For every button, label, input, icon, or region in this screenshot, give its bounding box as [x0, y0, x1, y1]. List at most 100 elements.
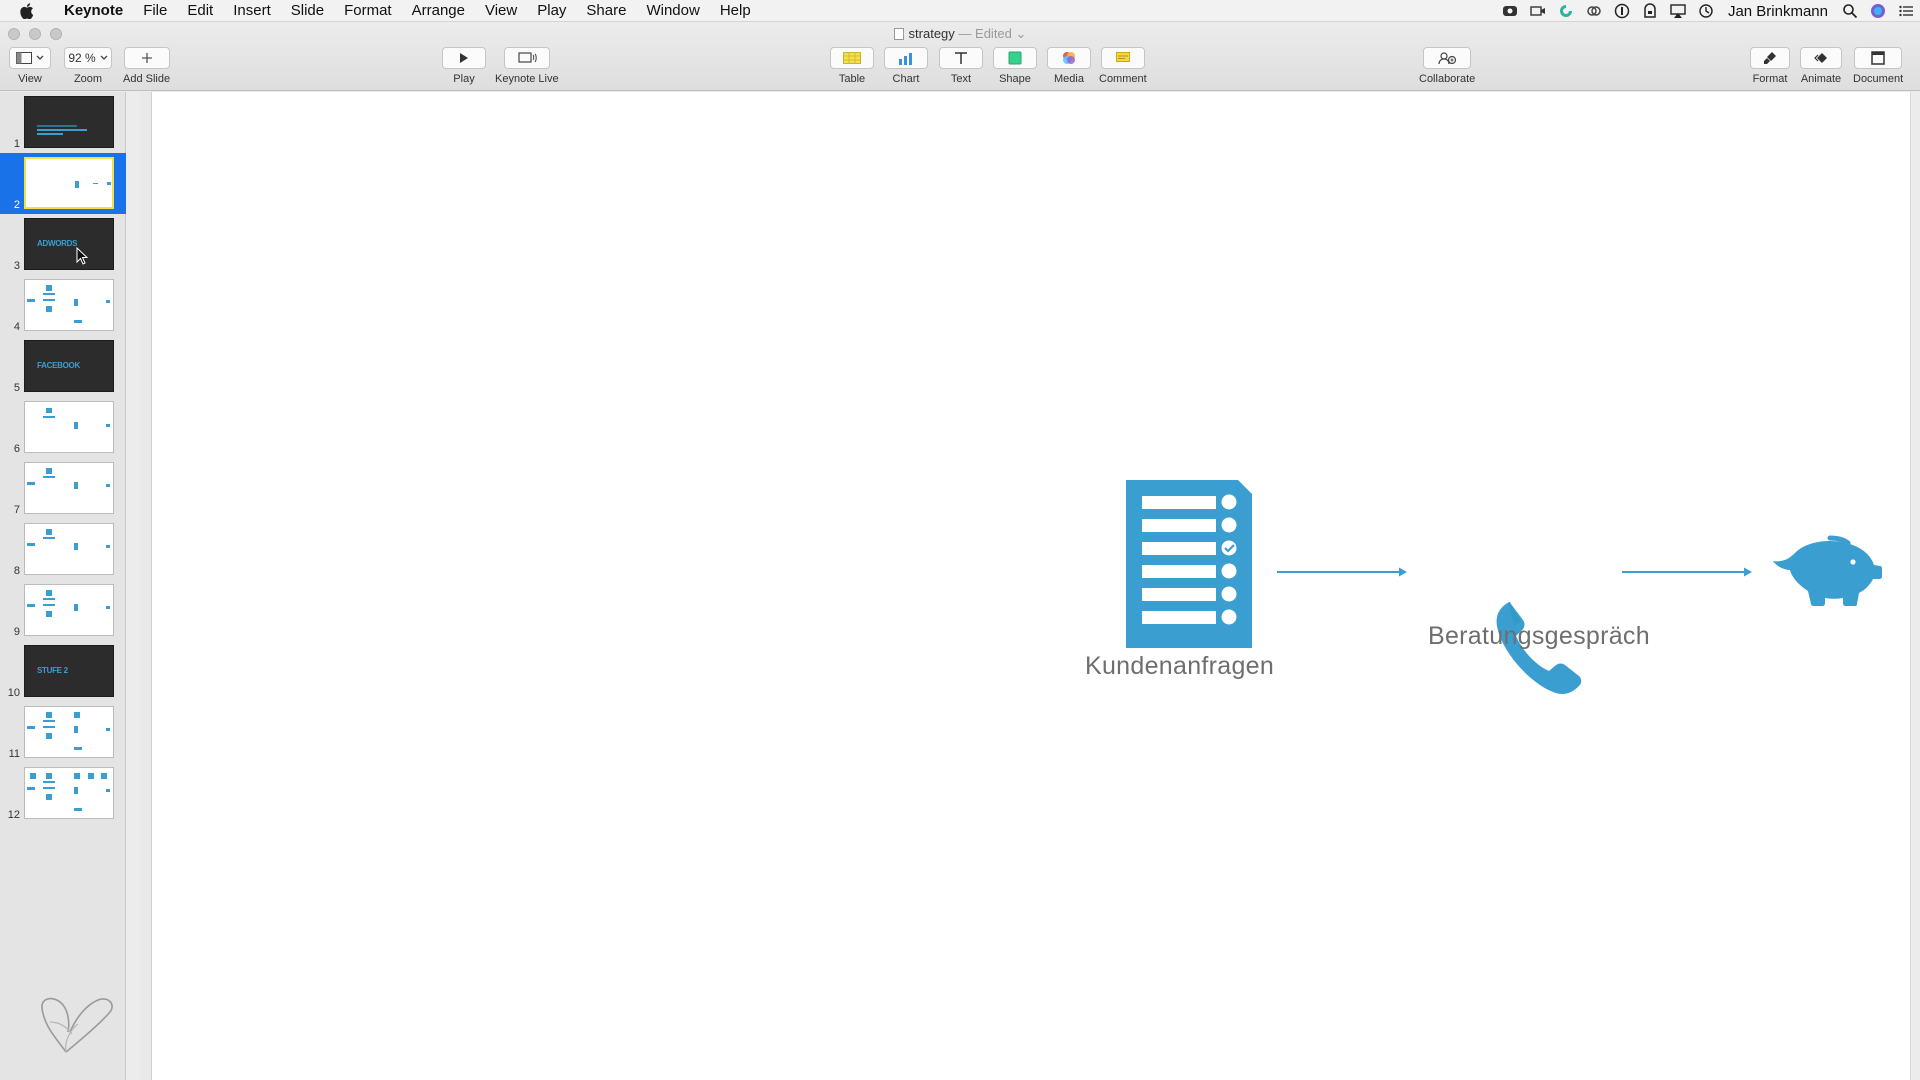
window-toolbar: strategy — Edited ⌄ View 92 % Zoom Add S…: [0, 22, 1920, 91]
animate-control: Animate: [1800, 47, 1842, 85]
slide-item-6[interactable]: 6: [0, 397, 126, 458]
screen-record-icon[interactable]: [1496, 0, 1524, 22]
collaborate-control: Collaborate: [1419, 47, 1475, 85]
thumb-mark: [46, 590, 52, 596]
text-icon: [955, 52, 967, 64]
thumb-mark: [43, 781, 55, 783]
time-machine-icon[interactable]: [1692, 0, 1720, 22]
apple-menu-icon[interactable]: [0, 2, 54, 19]
thumb-mark: [74, 773, 80, 779]
menu-window[interactable]: Window: [636, 0, 709, 22]
menu-play[interactable]: Play: [527, 0, 576, 22]
thumb-mark: [74, 299, 78, 306]
slide-number: 5: [13, 382, 20, 394]
slide-item-10[interactable]: STUFE 2 10: [0, 641, 126, 702]
keynote-live-button[interactable]: [503, 47, 550, 69]
collaborate-label: Collaborate: [1419, 73, 1476, 85]
siri-icon[interactable]: [1864, 0, 1892, 22]
add-slide-control: Add Slide: [123, 47, 170, 85]
piggy-bank-icon[interactable]: [1770, 534, 1882, 606]
camera-icon[interactable]: [1524, 0, 1552, 22]
menu-slide[interactable]: Slide: [281, 0, 334, 22]
animate-button[interactable]: [1800, 47, 1842, 69]
document-title[interactable]: strategy — Edited ⌄: [0, 26, 1920, 42]
comment-control: Comment: [1099, 47, 1147, 85]
collaborate-button[interactable]: [1423, 47, 1472, 69]
shape-button[interactable]: [993, 47, 1037, 69]
sync-app-icon[interactable]: [1552, 0, 1580, 22]
document-button[interactable]: [1854, 47, 1903, 69]
menu-format[interactable]: Format: [334, 0, 402, 22]
comment-button[interactable]: [1100, 47, 1145, 69]
slide-item-1[interactable]: 1: [0, 92, 126, 153]
slide-item-2[interactable]: 2: [0, 153, 126, 214]
slide-item-7[interactable]: 7: [0, 458, 126, 519]
arrow-right-icon[interactable]: [1277, 566, 1409, 578]
slide-number: 3: [13, 260, 20, 272]
password-manager-icon[interactable]: [1608, 0, 1636, 22]
thumb-mark: [27, 787, 35, 790]
view-button[interactable]: [9, 47, 51, 69]
thumb-mark: [27, 543, 35, 546]
slide-item-12[interactable]: 12: [0, 763, 126, 824]
spotlight-search-icon[interactable]: [1836, 0, 1864, 22]
format-button[interactable]: [1750, 47, 1790, 69]
slide-item-9[interactable]: 9: [0, 580, 126, 641]
airplay-icon[interactable]: [1664, 0, 1692, 22]
shape-icon: [1008, 51, 1022, 65]
menu-file[interactable]: File: [133, 0, 177, 22]
shape-label: Shape: [999, 73, 1031, 85]
chart-button[interactable]: [884, 47, 928, 69]
menu-bar: Keynote File Edit Insert Slide Format Ar…: [0, 0, 1920, 22]
add-slide-button[interactable]: [123, 47, 170, 69]
slide-item-11[interactable]: 11: [0, 702, 126, 763]
comment-label: Comment: [1099, 73, 1147, 85]
thumb-mark: [74, 712, 80, 718]
thumb-mark: [74, 747, 82, 750]
arrow-right-icon[interactable]: [1622, 566, 1754, 578]
menu-insert[interactable]: Insert: [223, 0, 281, 22]
thumb-mark: [46, 529, 52, 535]
archive-icon[interactable]: [1636, 0, 1664, 22]
menu-share[interactable]: Share: [576, 0, 636, 22]
document-checklist-icon[interactable]: [1126, 480, 1252, 648]
menu-app-keynote[interactable]: Keynote: [54, 0, 133, 22]
keynote-doc-icon: [893, 28, 904, 40]
thumb-mark: [43, 299, 55, 301]
slide-item-8[interactable]: 8: [0, 519, 126, 580]
slide-thumbnail: ADWORDS: [24, 218, 114, 270]
zoom-value: 92 %: [68, 51, 96, 65]
zoom-label: Zoom: [73, 73, 103, 85]
document-name: strategy: [908, 26, 955, 41]
creative-cloud-icon[interactable]: [1580, 0, 1608, 22]
label-kundenanfragen[interactable]: Kundenanfragen: [1085, 652, 1274, 681]
slide-canvas[interactable]: Kundenanfragen Beratungsgespräch: [152, 92, 1910, 1080]
thumb-mark: [43, 604, 55, 606]
table-button[interactable]: [830, 47, 874, 69]
menu-arrange[interactable]: Arrange: [402, 0, 475, 22]
play-button[interactable]: [442, 47, 486, 69]
slide-item-4[interactable]: 4: [0, 275, 126, 336]
slide-number: 8: [13, 565, 20, 577]
media-button[interactable]: [1047, 47, 1091, 69]
user-name[interactable]: Jan Brinkmann: [1720, 3, 1836, 20]
menu-help[interactable]: Help: [710, 0, 761, 22]
navigator-divider[interactable]: [140, 92, 152, 1080]
slide-thumb-title: STUFE 2: [37, 666, 68, 675]
slide-item-3[interactable]: ADWORDS 3: [0, 214, 126, 275]
text-button[interactable]: [939, 47, 983, 69]
canvas-scroll-edge[interactable]: [1910, 92, 1920, 1080]
label-beratungsgespraech[interactable]: Beratungsgespräch: [1428, 622, 1650, 651]
menu-view[interactable]: View: [475, 0, 527, 22]
zoom-select[interactable]: 92 %: [64, 47, 112, 69]
table-control: Table: [830, 47, 874, 85]
notification-center-icon[interactable]: [1892, 0, 1920, 22]
thumb-mark: [43, 787, 55, 789]
thumb-mark: [106, 484, 110, 487]
chart-label: Chart: [892, 73, 920, 85]
slide-item-5[interactable]: FACEBOOK 5: [0, 336, 126, 397]
thumb-mark: [74, 543, 78, 550]
table-icon: [843, 52, 861, 64]
thumb-arrow-mark: [93, 183, 98, 184]
menu-edit[interactable]: Edit: [177, 0, 223, 22]
